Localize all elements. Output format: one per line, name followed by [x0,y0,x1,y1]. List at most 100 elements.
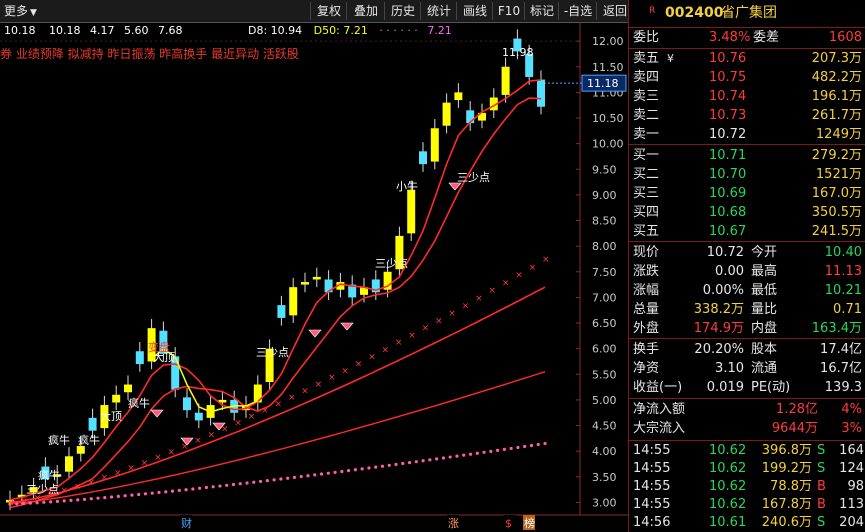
buy-row-1: 买一 10.71 279.2万 [629,146,865,165]
flow-pct: 4% [841,402,862,417]
dot-marker [198,486,202,490]
dot-marker [455,454,459,458]
stat-value-2: 10.21 [824,283,862,298]
dot-marker [516,445,520,450]
tick-time: 14:55 [633,497,671,512]
stat-label: 涨幅 [633,283,660,298]
candle-body [442,102,451,126]
dot-marker [441,456,446,460]
sell-label: 卖三 [633,89,660,104]
dot-marker [89,497,93,501]
dot-marker [82,497,87,501]
fund-value-2: 16.7亿 [820,361,862,376]
candle-body [454,92,463,101]
tick-row: 14:55 10.62 167.8万 B 113 [629,496,865,514]
tick-count: 113 [839,497,864,512]
chart-annotation-sanshao2: 三少点 [375,257,408,270]
chart-annotation-high: 11.98 [502,46,534,59]
sell-row-4: 卖四 10.75 482.2万 [629,68,865,87]
chart-annotation-dading1: 大顶 [153,350,175,364]
buy-volume: 241.5万 [811,224,862,239]
buy-volume: 350.5万 [811,205,862,220]
candle-body [112,394,121,403]
tick-side: B [817,497,826,512]
dot-marker [299,474,303,479]
cross-marker: × [275,400,283,410]
cross-marker: × [248,412,256,422]
cross-marker: × [234,418,242,428]
candle-body [65,456,73,472]
tick-count: 124 [839,461,864,476]
sell-label: 卖五 [633,51,660,66]
fund-label-2: 流通 [751,361,778,376]
cross-marker: × [114,468,122,478]
tick-price: 10.62 [709,461,747,476]
stat-label-2: 量比 [751,302,778,317]
dot-marker [8,502,12,506]
dot-marker [448,455,452,459]
sell-row-1: 卖一 10.72 1249万 [629,125,865,144]
ma-d50-line [9,286,546,504]
tick-side: S [817,443,826,458]
cross-marker: × [341,366,349,376]
candle-body [135,351,144,365]
stat-label-2: 内盘 [751,321,778,336]
dot-marker [143,492,148,496]
dot-marker [245,481,249,485]
fund-row-1: 净资 3.10 流通 16.7亿 [629,359,865,378]
sell-volume: 196.1万 [811,89,862,104]
flow-pct: 3% [841,421,862,436]
axis-tick-label: 9.50 [592,163,617,176]
cross-marker: × [74,482,82,492]
buy-row-4: 买四 10.68 350.5万 [629,203,865,222]
axis-tick-label: 4.00 [592,445,617,458]
axis-tick-label: 3.00 [592,496,617,509]
stat-row-1: 涨跌 0.00 最高 11.13 [629,262,865,281]
buy-price: 10.68 [709,205,747,220]
stat-value-2: 10.40 [824,245,862,260]
cross-marker: × [168,448,176,458]
stat-label-2: 最低 [751,283,778,298]
tick-volume: 199.2万 [761,461,812,476]
dot-marker [96,496,100,500]
sell-label: 卖二 [633,108,660,123]
diamond-icon [150,409,164,418]
weicha-label: 委差 [753,30,780,45]
cross-marker: × [61,486,69,496]
buy-label: 买四 [633,205,660,220]
r-badge-icon: R [649,6,656,16]
tick-price: 10.62 [709,497,747,512]
axis-tick-label: 5.00 [592,394,617,407]
dot-marker [468,452,473,456]
candle-body [194,412,203,421]
kline-chart[interactable]: 更多 ▼ 复权 叠加 历史 统计 画线 F10 标记 -自选 返回 10.18 10.18 4.1… [0,0,628,532]
cross-marker: × [489,286,497,296]
cross-marker: × [529,263,537,273]
dot-marker [529,443,534,448]
flow-value: 1.28亿 [776,402,818,417]
dot-marker [292,475,297,479]
tick-row: 14:55 10.62 78.8万 B 98 [629,478,865,496]
diamond-icon [308,329,322,338]
candle-body [124,384,132,393]
sell-row-3: 卖三 10.74 196.1万 [629,87,865,106]
stat-value: 10.72 [706,245,744,260]
cross-marker: × [502,278,510,288]
buy-price: 10.71 [709,148,747,163]
chart-annotation-fengniu3: 疯牛 [48,433,70,447]
dot-marker [109,495,114,499]
dot-marker [489,449,493,453]
dot-marker [123,494,127,498]
dot-marker [116,494,120,498]
axis-tick-label: 7.00 [592,291,617,304]
axis-tick-label: 6.00 [592,343,617,356]
stat-label: 外盘 [633,321,660,336]
fund-value: 0.019 [706,380,744,395]
stat-label: 现价 [633,245,660,260]
dot-marker [55,499,60,503]
chart-annotation-xiaoniu: 小牛 [396,179,418,193]
cross-marker: × [515,271,523,281]
stat-label-2: 今开 [751,245,778,260]
stat-label: 总量 [633,302,660,317]
axis-tick-label: 9.00 [592,189,617,202]
